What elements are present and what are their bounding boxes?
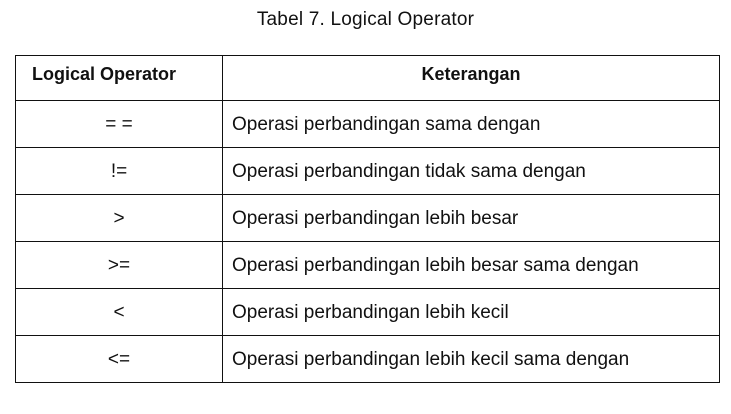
table-row: <= Operasi perbandingan lebih kecil sama…: [15, 335, 720, 383]
table-row: = = Operasi perbandingan sama dengan: [15, 100, 720, 148]
table-row: >= Operasi perbandingan lebih besar sama…: [15, 241, 720, 289]
logical-operator-table: Logical Operator Keterangan = = Operasi …: [15, 55, 720, 383]
description-cell: Operasi perbandingan sama dengan: [222, 100, 720, 148]
header-logical-operator: Logical Operator: [15, 55, 223, 101]
header-keterangan: Keterangan: [222, 55, 720, 101]
operator-cell: <: [15, 288, 223, 336]
table-header-row: Logical Operator Keterangan: [15, 55, 720, 101]
table-caption: Tabel 7. Logical Operator: [256, 9, 475, 30]
description-cell: Operasi perbandingan lebih kecil sama de…: [222, 335, 720, 383]
operator-cell: !=: [15, 147, 223, 195]
description-cell: Operasi perbandingan lebih besar: [222, 194, 720, 242]
operator-cell: >: [15, 194, 223, 242]
description-cell: Operasi perbandingan tidak sama dengan: [222, 147, 720, 195]
description-cell: Operasi perbandingan lebih besar sama de…: [222, 241, 720, 289]
description-cell: Operasi perbandingan lebih kecil: [222, 288, 720, 336]
operator-cell: = =: [15, 100, 223, 148]
table-row: < Operasi perbandingan lebih kecil: [15, 288, 720, 336]
table-row: != Operasi perbandingan tidak sama denga…: [15, 147, 720, 195]
operator-cell: >=: [15, 241, 223, 289]
table-row: > Operasi perbandingan lebih besar: [15, 194, 720, 242]
operator-cell: <=: [15, 335, 223, 383]
